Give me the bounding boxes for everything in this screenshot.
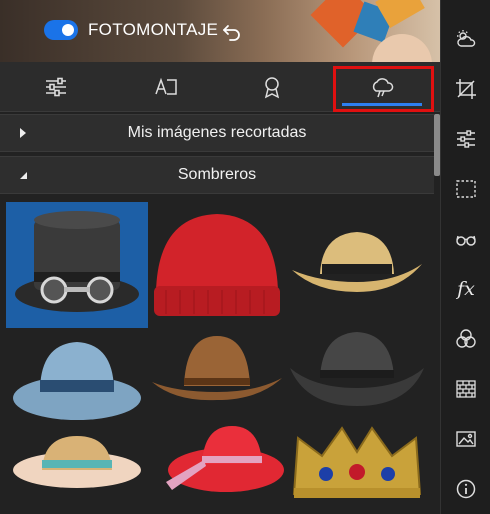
right-toolbar: fx [440,0,490,514]
tab-adjust[interactable] [12,62,100,112]
section-label: Sombreros [177,166,257,183]
gold-crown-image [292,426,422,498]
hat-straw-cowboy[interactable] [286,202,428,328]
info-button[interactable] [441,464,490,514]
effects-button[interactable]: fx [441,264,490,314]
active-tab-highlight [333,66,434,112]
photo-preview-strip: FOTOMONTAJE [0,0,440,62]
tab-badge[interactable] [228,62,316,112]
crop-icon [456,79,476,99]
tab-text[interactable] [122,62,210,112]
straw-cowboy-hat-image [292,232,422,292]
hat-red-sun-hat[interactable] [146,422,288,514]
image-icon [456,431,476,447]
hat-top-hat-goggles[interactable] [6,202,148,328]
bricks-icon [456,380,476,398]
overlay-icon [456,329,476,348]
glasses-button[interactable] [441,214,490,264]
sliders-icon [46,77,66,97]
weather-button[interactable] [441,14,490,64]
hats-grid [0,196,434,514]
chevron-right-icon [20,128,26,138]
selection-button[interactable] [441,164,490,214]
red-sun-hat-image [166,426,284,492]
hat-straw-sun-hat[interactable] [6,436,148,514]
crop-button[interactable] [441,64,490,114]
hat-gold-crown[interactable] [286,422,428,514]
fx-icon: fx [457,278,475,300]
chevron-down-icon [20,172,27,179]
sliders-icon [457,130,475,148]
straw-sun-hat-image [13,436,141,488]
photomontage-toggle-group: FOTOMONTAJE [44,20,218,40]
undo-icon[interactable] [222,22,242,42]
top-hat-image [15,211,139,312]
photomontage-toggle[interactable] [44,20,78,40]
red-beanie-image [154,214,280,316]
weather-icon [457,30,476,47]
image-button[interactable] [441,414,490,464]
hat-red-beanie[interactable] [146,202,288,328]
selection-icon [456,180,476,198]
texture-button[interactable] [441,364,490,414]
section-label: Mis imágenes recortadas [127,124,307,141]
overlay-button[interactable] [441,314,490,364]
photomontage-label: FOTOMONTAJE [88,20,219,39]
section-hats[interactable]: Sombreros [0,156,434,194]
section-my-cutouts[interactable]: Mis imágenes recortadas [0,114,434,152]
info-icon [456,479,476,499]
text-icon [155,77,177,95]
badge-icon [264,77,280,99]
glasses-icon [456,235,476,246]
adjust-button[interactable] [441,114,490,164]
